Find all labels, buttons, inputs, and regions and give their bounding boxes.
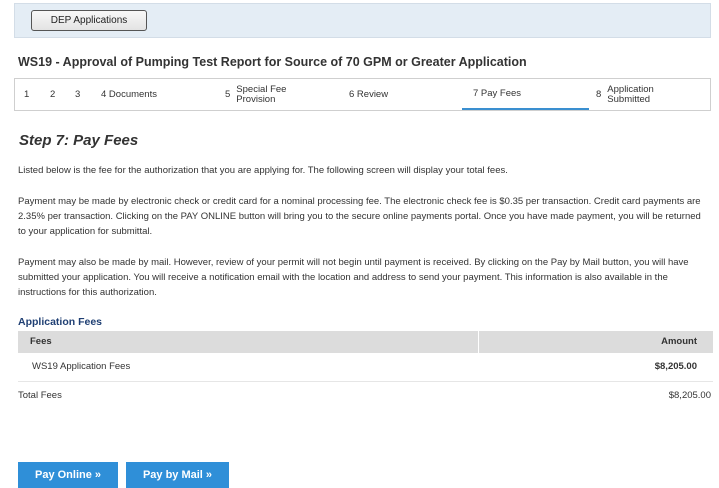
table-row: WS19 Application Fees $8,205.00 [18, 353, 713, 381]
total-fees-amount: $8,205.00 [668, 390, 711, 401]
fee-amount: $8,205.00 [654, 361, 697, 372]
online-payment-paragraph: Payment may be made by electronic check … [18, 196, 701, 238]
column-divider [478, 331, 479, 353]
step-label: 1 [24, 89, 30, 100]
application-fees-heading: Application Fees [18, 316, 103, 328]
dep-applications-button[interactable]: DEP Applications [31, 10, 147, 31]
pay-online-button[interactable]: Pay Online » [18, 462, 118, 488]
step-label: 2 [50, 89, 56, 100]
step-number: 8 [596, 89, 602, 100]
step-8-application-submitted[interactable]: 8 Application Submitted [596, 79, 654, 110]
step-2[interactable]: 2 [50, 79, 55, 110]
step-label: 6 Review [349, 89, 389, 100]
divider [18, 381, 713, 382]
step-label: 3 [75, 89, 81, 100]
step-label: 7 Pay Fees [473, 88, 522, 99]
step-progress-bar: 1 2 3 4 Documents 5 Special Fee Provision… [14, 78, 711, 111]
amount-column-header: Amount [661, 336, 697, 347]
step-label: Special Fee Provision [236, 83, 287, 105]
pay-by-mail-button[interactable]: Pay by Mail » [126, 462, 229, 488]
table-header: Fees Amount [18, 331, 713, 353]
fee-name: WS19 Application Fees [32, 361, 131, 372]
page-title: WS19 - Approval of Pumping Test Report f… [18, 55, 527, 69]
fees-column-header: Fees [30, 336, 52, 347]
total-fees-row: Total Fees $8,205.00 [18, 388, 713, 404]
total-fees-label: Total Fees [18, 390, 62, 401]
step-5-special-fee-provision[interactable]: 5 Special Fee Provision [225, 79, 286, 110]
mail-payment-paragraph: Payment may also be made by mail. Howeve… [18, 257, 689, 299]
step-heading: Step 7: Pay Fees [19, 132, 139, 149]
step-4-documents[interactable]: 4 Documents [101, 79, 157, 110]
step-7-pay-fees[interactable]: 7 Pay Fees [462, 79, 589, 110]
intro-paragraph: Listed below is the fee for the authoriz… [18, 165, 508, 176]
step-1[interactable]: 1 [24, 79, 29, 110]
step-3[interactable]: 3 [75, 79, 80, 110]
top-bar: DEP Applications [14, 3, 711, 38]
step-label: 4 Documents [101, 89, 157, 100]
step-6-review[interactable]: 6 Review [349, 79, 388, 110]
step-label: Application Submitted [607, 83, 654, 105]
fees-table: Fees Amount WS19 Application Fees $8,205… [18, 331, 713, 382]
step-number: 5 [225, 89, 231, 100]
